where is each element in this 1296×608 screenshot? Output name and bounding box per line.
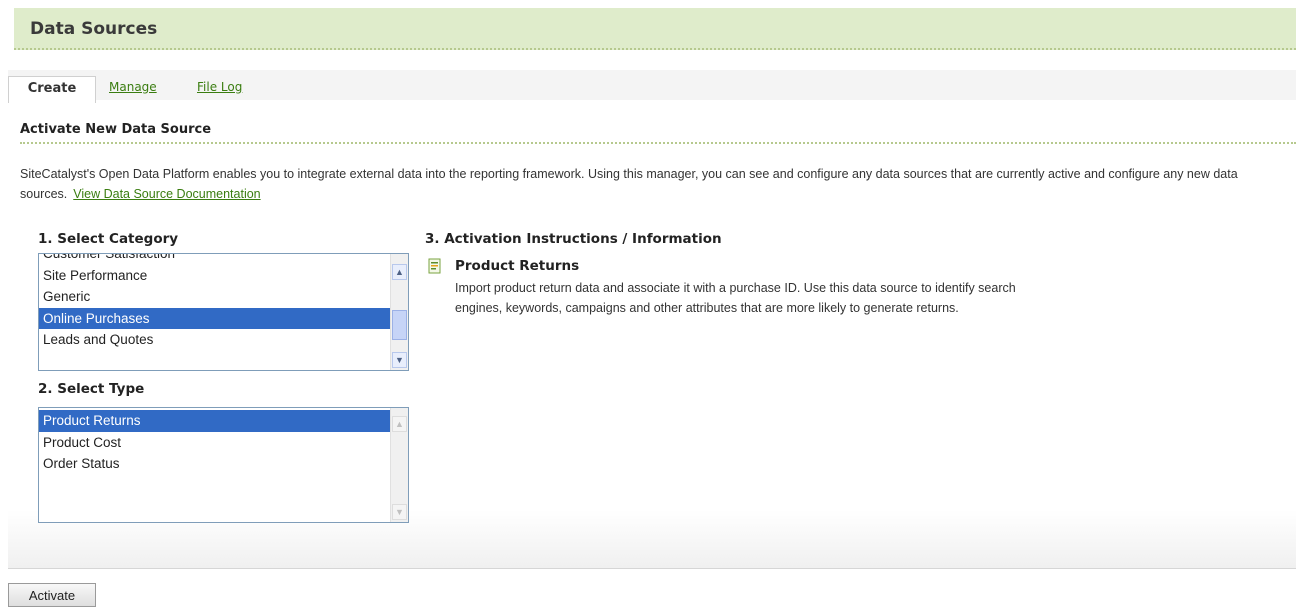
section-title: Activate New Data Source xyxy=(20,122,1296,144)
scroll-up-icon[interactable]: ▲ xyxy=(392,264,407,280)
type-listbox[interactable]: Product Returns Product Cost Order Status … xyxy=(38,407,409,523)
type-option[interactable]: Order Status xyxy=(39,453,391,475)
info-title: Product Returns xyxy=(455,258,580,274)
category-scrollbar[interactable]: ▲ ▼ xyxy=(390,254,408,370)
scroll-down-icon[interactable]: ▼ xyxy=(392,504,407,520)
scroll-thumb[interactable] xyxy=(392,310,407,340)
tab-create[interactable]: Create xyxy=(8,76,96,103)
activation-info-label: 3. Activation Instructions / Information xyxy=(425,231,722,247)
documentation-link[interactable]: View Data Source Documentation xyxy=(73,187,260,201)
page-title: Data Sources xyxy=(30,19,158,39)
tab-manage[interactable]: Manage xyxy=(109,76,157,102)
page-header: Data Sources xyxy=(14,8,1296,50)
type-option[interactable]: Product Cost xyxy=(39,432,391,454)
activate-button[interactable]: Activate xyxy=(8,583,96,607)
tab-file-log[interactable]: File Log xyxy=(197,76,242,102)
select-type-label: 2. Select Type xyxy=(38,381,145,397)
category-option[interactable]: Online Purchases xyxy=(39,307,391,329)
type-option[interactable]: Product Returns xyxy=(39,410,391,432)
category-option[interactable]: Site Performance xyxy=(39,265,391,287)
type-scrollbar[interactable]: ▲ ▼ xyxy=(390,408,408,522)
category-option[interactable]: Leads and Quotes xyxy=(39,329,391,351)
scroll-down-icon[interactable]: ▼ xyxy=(392,352,407,368)
tab-create-label: Create xyxy=(27,81,77,96)
document-icon xyxy=(428,258,441,274)
scroll-up-icon[interactable]: ▲ xyxy=(392,416,407,432)
category-option[interactable]: Customer Satisfaction xyxy=(39,254,391,265)
category-option[interactable]: Generic xyxy=(39,286,391,308)
category-listbox[interactable]: Customer Satisfaction Site Performance Gen… xyxy=(38,253,409,371)
select-category-label: 1. Select Category xyxy=(38,231,179,247)
info-description: Import product return data and associate… xyxy=(455,281,1016,315)
description: SiteCatalyst's Open Data Platform enable… xyxy=(20,164,1296,204)
